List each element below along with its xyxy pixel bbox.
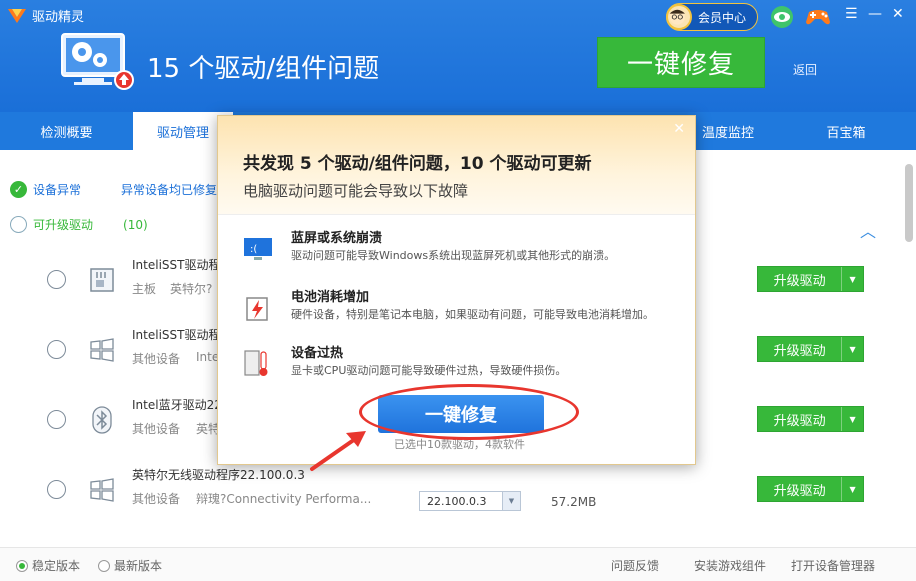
computer-gear-icon [61, 33, 134, 90]
problem-desc: 硬件设备，特别是笔记本电脑，如果驱动有问题，可能导致电池消耗增加。 [291, 308, 654, 321]
bluetooth-icon [92, 406, 112, 434]
footer-bar: 稳定版本 最新版本 问题反馈 安装游戏组件 打开设备管理器 [0, 547, 916, 581]
list-item: 英特尔无线驱动程序22.100.0.3 其他设备 辩瑰?Connectivity… [0, 458, 916, 528]
upgrade-driver-button[interactable]: 升级驱动 ▼ [757, 476, 864, 502]
collapse-chevron-icon[interactable]: ︿ [860, 218, 876, 242]
driver-size: 57.2MB [551, 495, 597, 509]
app-title-bar: 驱动精灵 [6, 6, 84, 25]
dialog-subtitle: 电脑驱动问题可能会导致以下故障 [243, 182, 469, 200]
dropdown-arrow-icon[interactable]: ▼ [841, 407, 863, 431]
upgrade-label: 升级驱动 [773, 413, 826, 429]
problem-desc: 显卡或CPU驱动问题可能导致硬件过热，导致硬件损伤。 [291, 364, 567, 377]
section-abnormal-label: 设备异常 [33, 183, 82, 197]
driver-name: Intel蓝牙驱动22 [132, 398, 222, 412]
version-value: 22.100.0.3 [427, 494, 487, 508]
dropdown-arrow-icon[interactable]: ▼ [502, 492, 520, 510]
problem-count-title: 15 个驱动/组件问题 [147, 54, 380, 84]
gamepad-icon[interactable] [805, 6, 831, 28]
minimize-icon[interactable]: — [868, 6, 882, 22]
version-select[interactable]: 22.100.0.3 ▼ [419, 491, 521, 511]
app-header: 驱动精灵 15 个驱动/组件问题 一键修复 返回 会员中心 ☰ — ✕ [0, 0, 916, 112]
app-title: 驱动精灵 [32, 10, 85, 25]
dropdown-arrow-icon[interactable]: ▼ [841, 267, 863, 291]
stable-version-label: 稳定版本 [32, 559, 81, 573]
driver-desc: 英特尔? [170, 282, 213, 296]
annotation-ring [359, 384, 579, 440]
one-click-fix-button[interactable]: 一键修复 [597, 37, 765, 88]
driver-name: 英特尔无线驱动程序22.100.0.3 [132, 468, 305, 482]
back-link[interactable]: 返回 [793, 61, 817, 78]
face-icon [669, 9, 685, 25]
feedback-link[interactable]: 问题反馈 [611, 557, 659, 574]
driver-category: 其他设备 [132, 352, 181, 366]
problem-desc: 驱动问题可能导致Windows系统出现蓝屏死机或其他形式的崩溃。 [291, 249, 616, 262]
driver-category: 其他设备 [132, 492, 181, 506]
upgrade-label: 升级驱动 [773, 483, 826, 499]
section-upgradable[interactable]: 可升级驱动 (10) [10, 216, 148, 233]
thermometer-icon [244, 350, 268, 376]
latest-version-label: 最新版本 [114, 559, 163, 573]
driver-name: InteliSST驱动程 [132, 328, 221, 342]
radio-unselected[interactable] [98, 560, 110, 572]
section-checkbox[interactable] [10, 216, 27, 233]
section-upgradable-label: 可升级驱动 [33, 218, 94, 232]
driver-category: 主板 [132, 282, 157, 296]
close-icon[interactable]: ✕ [892, 6, 904, 22]
driver-radio[interactable] [47, 480, 66, 499]
dropdown-arrow-icon[interactable]: ▼ [841, 337, 863, 361]
check-icon: ✓ [10, 181, 27, 198]
driver-desc: Inte [196, 350, 220, 364]
monitor-crash-icon: :( [244, 238, 272, 260]
upgrade-driver-button[interactable]: 升级驱动 ▼ [757, 406, 864, 432]
scrollbar[interactable] [905, 164, 913, 242]
latest-version-option[interactable]: 最新版本 [98, 557, 162, 574]
problem-item-battery: 电池消耗增加 硬件设备，特别是笔记本电脑，如果驱动有问题，可能导致电池消耗增加。 [218, 284, 697, 344]
app-logo-icon [8, 8, 26, 23]
radio-selected[interactable] [16, 560, 28, 572]
eye-icon[interactable] [769, 5, 795, 29]
dialog-header: ✕ 共发现 5 个驱动/组件问题，10 个驱动可更新 电脑驱动问题可能会导致以下… [218, 116, 695, 215]
upgrade-label: 升级驱动 [773, 343, 826, 359]
battery-lightning-icon [246, 297, 268, 321]
annotation-arrow-icon [310, 431, 366, 471]
member-center-label: 会员中心 [698, 10, 747, 25]
driver-desc: 辩瑰?Connectivity Performa... [196, 492, 372, 506]
dialog-title: 共发现 5 个驱动/组件问题，10 个驱动可更新 [243, 154, 592, 174]
section-abnormal: ✓ 设备异常 异常设备均已修复 [10, 181, 217, 198]
tab-toolbox[interactable]: 百宝箱 [776, 112, 916, 150]
install-game-components-link[interactable]: 安装游戏组件 [694, 557, 766, 574]
problem-title: 蓝屏或系统崩溃 [291, 231, 383, 246]
driver-radio[interactable] [47, 270, 66, 289]
problem-title: 电池消耗增加 [291, 290, 370, 305]
dialog-close-icon[interactable]: ✕ [673, 121, 685, 137]
driver-name: InteliSST驱动程 [132, 258, 221, 272]
chip-icon [90, 268, 114, 292]
upgrade-label: 升级驱动 [773, 273, 826, 289]
upgrade-driver-button[interactable]: 升级驱动 ▼ [757, 266, 864, 292]
menu-icon[interactable]: ☰ [845, 6, 858, 22]
problem-title: 设备过热 [291, 346, 344, 361]
avatar [666, 4, 692, 30]
section-upgradable-count: (10) [123, 217, 148, 232]
windows-icon [90, 338, 114, 362]
upgrade-driver-button[interactable]: 升级驱动 ▼ [757, 336, 864, 362]
problem-item-bsod: :( 蓝屏或系统崩溃 驱动问题可能导致Windows系统出现蓝屏死机或其他形式的… [218, 225, 697, 285]
open-device-manager-link[interactable]: 打开设备管理器 [791, 557, 875, 574]
windows-icon [90, 478, 114, 502]
driver-radio[interactable] [47, 410, 66, 429]
stable-version-option[interactable]: 稳定版本 [16, 557, 80, 574]
member-center-button[interactable]: 会员中心 [666, 3, 758, 31]
svg-text::(: :( [250, 244, 257, 255]
driver-radio[interactable] [47, 340, 66, 359]
driver-category: 其他设备 [132, 422, 181, 436]
dropdown-arrow-icon[interactable]: ▼ [841, 477, 863, 501]
section-abnormal-info: 异常设备均已修复 [121, 183, 218, 197]
tab-overview[interactable]: 检测概要 [0, 112, 133, 150]
